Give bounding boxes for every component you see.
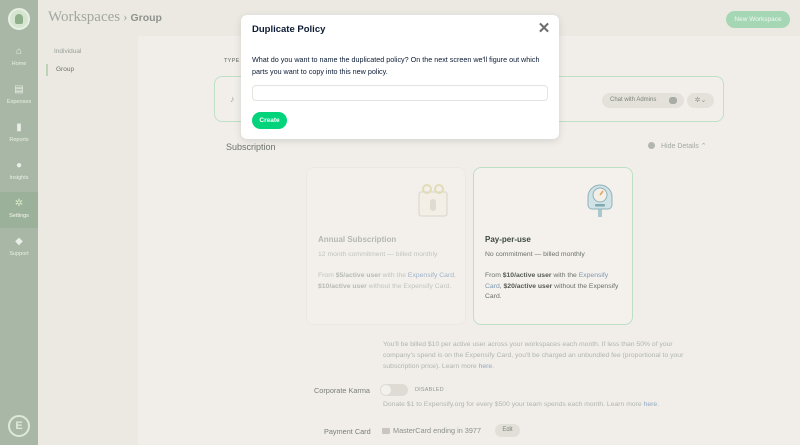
annual-title: Annual Subscription bbox=[318, 235, 397, 244]
annual-price-suffix: without the Expensify Card. bbox=[368, 282, 452, 290]
type-label: TYPE bbox=[224, 58, 240, 64]
pay-per-use-title: Pay-per-use bbox=[485, 235, 531, 244]
nav-item-label: Reports bbox=[9, 137, 29, 143]
pay-per-use-card[interactable]: Pay-per-use No commitment — billed month… bbox=[473, 167, 633, 325]
chat-bubble-icon bbox=[669, 97, 677, 104]
breadcrumb-current: Group bbox=[130, 12, 162, 24]
document-icon: ▮ bbox=[16, 122, 22, 133]
nav-item-insights[interactable]: ● Insights bbox=[0, 154, 38, 190]
corporate-karma-status: DISABLED bbox=[415, 387, 444, 393]
nav-item-settings[interactable]: ✲ Settings bbox=[0, 192, 38, 228]
annual-price: $5/active user bbox=[335, 272, 381, 279]
new-workspace-button[interactable]: New Workspace bbox=[726, 11, 790, 28]
chevron-down-icon: ⌄ bbox=[700, 97, 707, 104]
subnav-item-individual[interactable]: Individual bbox=[46, 46, 81, 58]
question-icon bbox=[648, 142, 655, 149]
policy-settings-button[interactable]: ✲⌄ bbox=[687, 93, 714, 108]
annual-price-no-card: $10/active user bbox=[318, 282, 367, 290]
left-navigation: ⌂ Home ▤ Expenses ▮ Reports ● Insights ✲… bbox=[0, 0, 38, 445]
pay-per-use-commitment: No commitment — billed monthly bbox=[485, 251, 585, 258]
payment-card-value: MasterCard ending in 3977 bbox=[393, 426, 482, 435]
billing-text: You'll be billed $10 per active user acr… bbox=[383, 341, 684, 370]
payment-card-label: Payment Card bbox=[324, 427, 371, 436]
pay-per-use-pricing: From $10/active user with the Expensify … bbox=[485, 272, 619, 300]
credit-card-icon bbox=[382, 428, 390, 434]
bell-icon: ♪ bbox=[230, 94, 235, 104]
create-button[interactable]: Create bbox=[252, 112, 287, 129]
chevron-right-icon: › bbox=[123, 9, 128, 24]
hide-details-label: Hide Details bbox=[661, 143, 699, 150]
nav-item-label: Settings bbox=[9, 213, 29, 219]
nav-item-reports[interactable]: ▮ Reports bbox=[0, 116, 38, 152]
duplicate-policy-modal: Duplicate Policy ✕ What do you want to n… bbox=[241, 15, 559, 139]
ppu-price-prefix: From bbox=[485, 272, 503, 279]
learn-more-link[interactable]: here bbox=[479, 363, 493, 370]
chat-with-admins-button[interactable]: Chat with Admins bbox=[602, 93, 684, 108]
hide-details-link[interactable]: Hide Details ⌃ bbox=[648, 142, 707, 150]
expensify-logo: E bbox=[8, 415, 30, 437]
edit-payment-card-button[interactable]: Edit bbox=[495, 424, 520, 437]
policy-name-input[interactable] bbox=[252, 85, 548, 101]
nav-item-label: Expenses bbox=[6, 99, 32, 105]
lightbulb-icon: ● bbox=[15, 160, 23, 171]
annual-pricing: From $5/active user with the Expensify C… bbox=[318, 272, 456, 290]
receipt-icon: ▤ bbox=[14, 84, 24, 95]
modal-title: Duplicate Policy bbox=[252, 24, 326, 35]
avatar[interactable] bbox=[8, 8, 30, 30]
parking-meter-icon bbox=[587, 184, 613, 217]
ppu-price-no-card: $20/active user bbox=[503, 282, 553, 290]
subscription-title: Subscription bbox=[226, 142, 276, 152]
chat-bubble-icon: ◆ bbox=[15, 236, 23, 247]
ppu-price-mid: with the bbox=[551, 272, 579, 279]
nav-item-label: Support bbox=[9, 251, 29, 257]
karma-text: Donate $1 to Expensify.org for every $50… bbox=[383, 401, 642, 408]
karma-learn-more-link[interactable]: here bbox=[644, 401, 658, 408]
corporate-karma-toggle[interactable] bbox=[380, 384, 408, 396]
nav-item-expenses[interactable]: ▤ Expenses bbox=[0, 78, 38, 114]
annual-price-mid: with the bbox=[380, 272, 408, 279]
chevron-up-icon: ⌃ bbox=[700, 143, 707, 150]
close-icon[interactable]: ✕ bbox=[537, 21, 551, 36]
annual-price-prefix: From bbox=[318, 272, 336, 279]
nav-item-home[interactable]: ⌂ Home bbox=[0, 40, 38, 76]
nav-item-label: Home bbox=[11, 61, 27, 67]
billing-description: You'll be billed $10 per active user acr… bbox=[383, 341, 684, 370]
ppu-price: $10/active user bbox=[502, 272, 552, 279]
gift-box-icon bbox=[418, 184, 448, 217]
corporate-karma-description: Donate $1 to Expensify.org for every $50… bbox=[383, 401, 660, 408]
gear-icon: ✲ bbox=[14, 198, 24, 209]
chat-with-admins-label: Chat with Admins bbox=[610, 97, 657, 103]
expensify-card-link[interactable]: Expensify Card bbox=[408, 272, 454, 279]
corporate-karma-label: Corporate Karma bbox=[314, 386, 370, 395]
nav-item-support[interactable]: ◆ Support bbox=[0, 230, 38, 266]
annual-subscription-card[interactable]: Annual Subscription 12 month commitment … bbox=[306, 167, 466, 325]
subnav-item-group[interactable]: Group bbox=[46, 64, 74, 76]
annual-commitment: 12 month commitment — billed monthly bbox=[318, 251, 438, 258]
house-icon: ⌂ bbox=[15, 46, 23, 57]
workspace-type-nav: Individual Group bbox=[38, 36, 138, 445]
breadcrumb-workspaces[interactable]: Workspaces bbox=[48, 9, 120, 25]
breadcrumb: Workspaces › Group bbox=[48, 9, 162, 26]
modal-description: What do you want to name the duplicated … bbox=[252, 55, 540, 76]
nav-item-label: Insights bbox=[9, 175, 29, 181]
